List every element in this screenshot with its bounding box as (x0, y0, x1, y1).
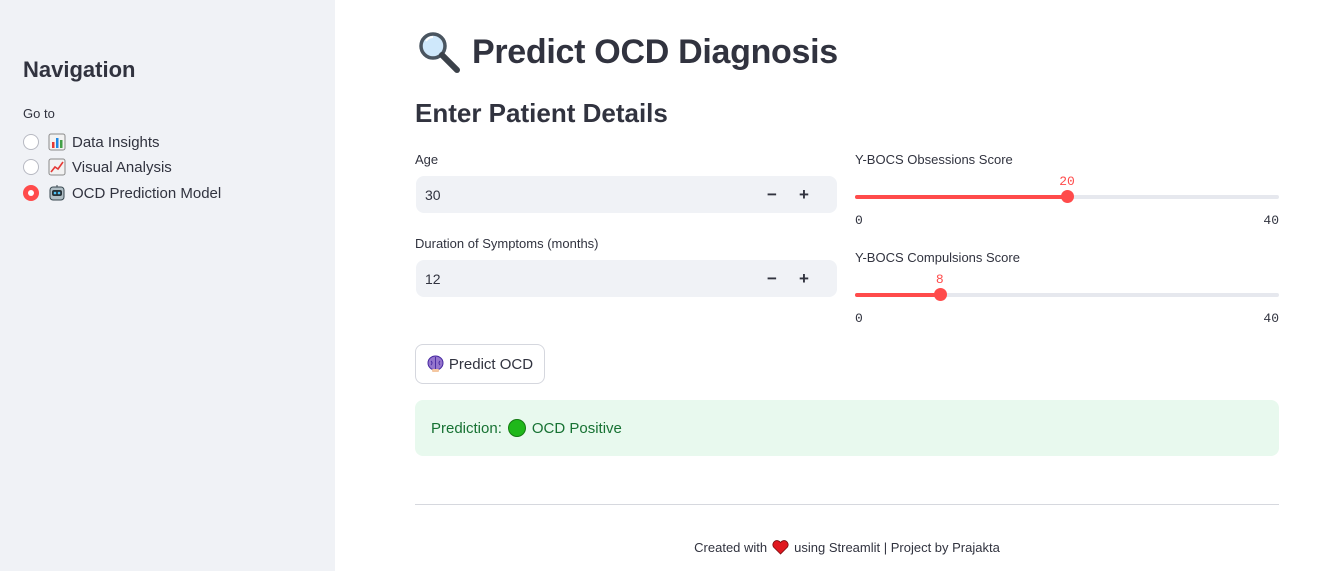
age-label: Age (415, 152, 439, 167)
sidebar: Navigation Go to Data Insights Visual An… (0, 0, 335, 571)
age-increment-button[interactable]: + (788, 176, 820, 213)
slider-fill (855, 293, 940, 297)
radio-button[interactable] (23, 134, 39, 150)
sidebar-title: Navigation (23, 57, 136, 82)
radio-label: OCD Prediction Model (72, 184, 222, 202)
predict-button-label: Predict OCD (448, 355, 534, 373)
duration-input[interactable] (416, 260, 756, 297)
footer-text-right: using Streamlit | Project by Prajakta (794, 540, 1000, 555)
age-decrement-button[interactable]: − (756, 176, 788, 213)
radio-button[interactable] (23, 159, 39, 175)
slider-value: 8 (935, 272, 944, 287)
slider-value: 20 (1059, 174, 1075, 189)
obsessions-label: Y-BOCS Obsessions Score (855, 152, 1013, 167)
brain-icon (427, 355, 444, 372)
duration-label: Duration of Symptoms (months) (415, 236, 599, 251)
radio-data-insights[interactable]: Data Insights (23, 131, 160, 153)
slider-thumb[interactable] (933, 288, 947, 301)
goto-label: Go to (23, 106, 55, 121)
prediction-label: Prediction: (431, 419, 502, 437)
footer-text-left: Created with (694, 540, 768, 555)
heart-icon (772, 540, 789, 555)
robot-icon (49, 185, 65, 201)
prediction-value: OCD Positive (531, 419, 622, 437)
duration-input-container: − + (416, 260, 837, 297)
page-title: Predict OCD Diagnosis (472, 33, 838, 71)
radio-label: Data Insights (72, 133, 160, 151)
slider-min: 0 (855, 213, 863, 228)
green-circle-icon (507, 419, 526, 437)
age-input[interactable] (416, 176, 756, 213)
compulsions-slider[interactable]: 8 0 40 (855, 272, 1279, 326)
radio-label: Visual Analysis (72, 158, 172, 176)
line-chart-icon (48, 158, 66, 176)
magnifier-icon (419, 32, 460, 73)
bar-chart-icon (48, 133, 66, 151)
footer: Created with using Streamlit | Project b… (415, 540, 1279, 555)
slider-max: 40 (1263, 213, 1279, 228)
radio-ocd-prediction-model[interactable]: OCD Prediction Model (23, 182, 221, 204)
slider-max: 40 (1263, 311, 1279, 326)
predict-button[interactable]: Predict OCD (415, 344, 545, 384)
duration-decrement-button[interactable]: − (756, 260, 788, 297)
slider-thumb[interactable] (1061, 190, 1074, 203)
divider (415, 504, 1279, 505)
duration-increment-button[interactable]: + (788, 260, 820, 297)
age-input-container: − + (416, 176, 837, 213)
slider-min: 0 (855, 311, 863, 326)
obsessions-slider[interactable]: 20 0 40 (855, 174, 1279, 228)
slider-fill (855, 195, 1067, 199)
compulsions-label: Y-BOCS Compulsions Score (855, 250, 1020, 265)
radio-visual-analysis[interactable]: Visual Analysis (23, 156, 172, 178)
radio-button-selected[interactable] (23, 185, 39, 201)
section-title: Enter Patient Details (415, 98, 668, 128)
prediction-alert: Prediction: OCD Positive (415, 400, 1279, 456)
